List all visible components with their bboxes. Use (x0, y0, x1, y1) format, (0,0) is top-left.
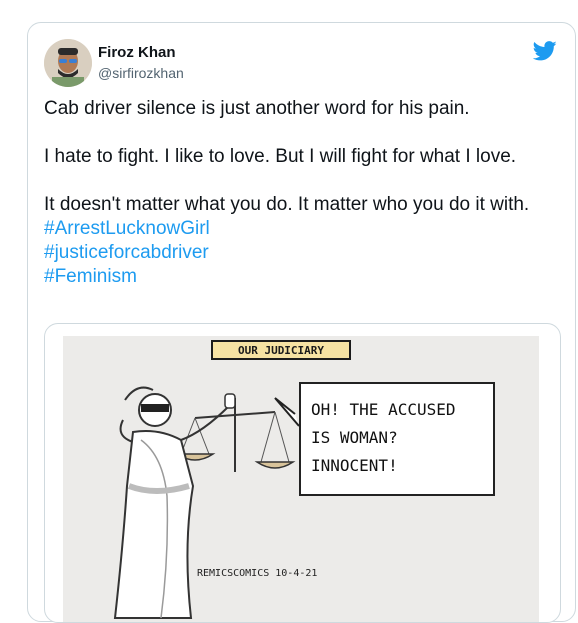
hashtag-link[interactable]: #ArrestLucknowGirl (44, 217, 559, 241)
author-avatar[interactable] (44, 39, 92, 87)
comic-credit: REMICSCOMICS 10-4-21 (197, 568, 318, 579)
author-handle[interactable]: @sirfirozkhan (98, 65, 184, 81)
tweet-paragraph: It doesn't matter what you do. It matter… (44, 194, 530, 215)
speech-line: OH! THE ACCUSED (311, 400, 456, 419)
comic-title: OUR JUDICIARY (211, 340, 351, 360)
hashtag-link[interactable]: #justiceforcabdriver (44, 241, 559, 265)
speech-bubble: OH! THE ACCUSED IS WOMAN? INNOCENT! (299, 382, 495, 496)
twitter-bird-icon[interactable] (533, 41, 557, 61)
tweet-media[interactable]: OUR JUDICIARY OH! THE ACCUSED IS WOMAN? … (44, 323, 561, 623)
comic-image: OUR JUDICIARY OH! THE ACCUSED IS WOMAN? … (63, 336, 539, 622)
tweet-paragraph: I hate to fight. I like to love. But I w… (44, 146, 517, 167)
tweet-card[interactable]: Firoz Khan @sirfirozkhan Cab driver sile… (27, 22, 576, 623)
hashtag-link[interactable]: #Feminism (44, 265, 559, 289)
tweet-paragraph: Cab driver silence is just another word … (44, 98, 470, 119)
tweet-text: Cab driver silence is just another word … (44, 97, 559, 289)
speech-line: INNOCENT! (311, 456, 398, 475)
author-name[interactable]: Firoz Khan (98, 44, 176, 61)
speech-line: IS WOMAN? (311, 428, 398, 447)
